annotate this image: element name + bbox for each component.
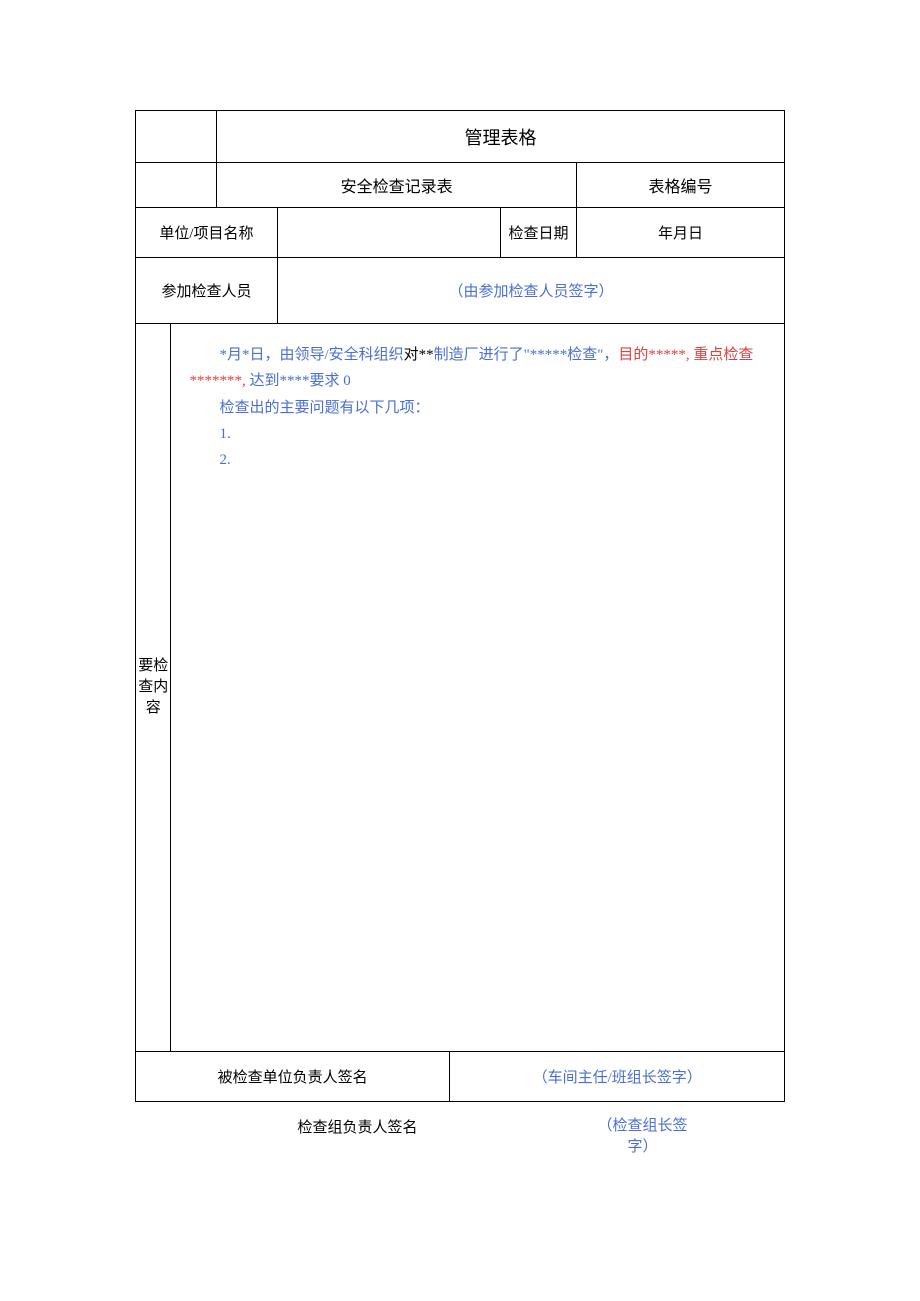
- form-subtitle: 安全检查记录表: [217, 163, 577, 208]
- form-table: 管理表格 安全检查记录表 表格编号 单位/项目名称 检查日期 年月日 参加检查人…: [135, 110, 785, 1102]
- inspected-unit-sign-label: 被检查单位负责人签名: [136, 1052, 450, 1102]
- group-leader-sign-text: （检查组长签字）: [588, 1116, 698, 1158]
- check-date-value[interactable]: 年月日: [577, 208, 785, 258]
- inspectors-label: 参加检查人员: [136, 258, 278, 324]
- unit-project-value[interactable]: [277, 208, 500, 258]
- unit-project-label: 单位/项目名称: [136, 208, 278, 258]
- form-title: 管理表格: [217, 111, 785, 163]
- content-line-item1: 1.: [189, 421, 766, 447]
- inspected-unit-sign-value[interactable]: （车间主任/班组长签字）: [450, 1052, 785, 1102]
- content-side-label-text: 要检查内容: [136, 656, 170, 719]
- group-leader-sign-label: 检查组负责人签名: [135, 1116, 500, 1158]
- content-line-issues: 检查出的主要问题有以下几项：: [189, 395, 766, 421]
- blank-cell: [136, 163, 217, 208]
- blank-cell: [136, 111, 217, 163]
- content-side-label: 要检查内容: [136, 324, 171, 1052]
- content-body[interactable]: *月*日，由领导/安全科组织对**制造厂进行了"*****检查"，目的*****…: [171, 324, 785, 1052]
- bottom-row: 检查组负责人签名 （检查组长签字）: [135, 1116, 785, 1158]
- content-line-item2: 2.: [189, 447, 766, 473]
- inspectors-value[interactable]: （由参加检查人员签字）: [277, 258, 784, 324]
- check-date-label: 检查日期: [501, 208, 577, 258]
- form-number-label: 表格编号: [577, 163, 785, 208]
- group-leader-sign-value[interactable]: （检查组长签字）: [500, 1116, 785, 1158]
